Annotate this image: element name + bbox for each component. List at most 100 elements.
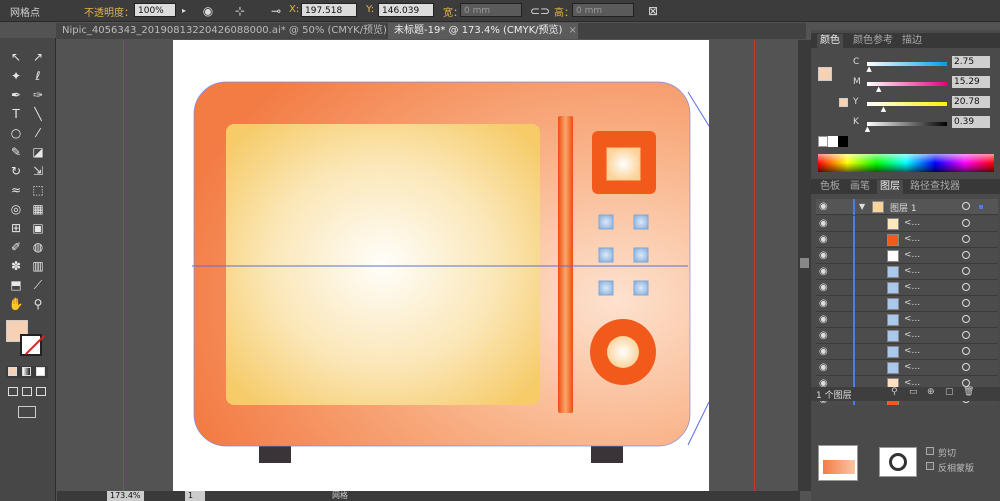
target-icon[interactable] <box>962 299 970 307</box>
sublayer-row[interactable]: ◉ <... <box>816 312 998 328</box>
microwave-artwork[interactable] <box>173 40 710 491</box>
eye-icon[interactable]: ◉ <box>819 282 828 293</box>
lasso-tool[interactable]: ℓ <box>28 67 48 85</box>
sublayer-name[interactable]: <... <box>904 330 920 340</box>
channel-slider-k[interactable]: K ▲ 0.39 <box>853 116 995 133</box>
tab-color[interactable]: 颜色 <box>817 34 843 48</box>
sublayer-name[interactable]: <... <box>904 298 920 308</box>
draw-mode-icons[interactable] <box>6 386 50 398</box>
canvas-area[interactable] <box>57 40 798 491</box>
color-mode-buttons[interactable] <box>6 366 48 378</box>
sublayer-row[interactable]: ◉ <... <box>816 328 998 344</box>
eye-icon[interactable]: ◉ <box>819 314 828 325</box>
close-icon[interactable]: × <box>568 25 576 36</box>
height-input[interactable]: 0 mm <box>572 3 634 17</box>
sublayer-row[interactable]: ◉ <... <box>816 344 998 360</box>
gradient-tool[interactable]: ▣ <box>28 219 48 237</box>
perspective-grid-tool[interactable]: ▦ <box>28 200 48 218</box>
warp-tool[interactable]: ≈ <box>6 181 26 199</box>
sublayer-row[interactable]: ◉ <... <box>816 360 998 376</box>
target-icon[interactable] <box>962 347 970 355</box>
eye-icon[interactable]: ◉ <box>819 298 828 309</box>
tab-nipic[interactable]: Nipic_4056343_20190813220426088000.ai* @… <box>56 23 401 39</box>
layer-row-main[interactable]: ◉ ▼ 图层 1 <box>816 199 998 215</box>
width-input[interactable]: 0 mm <box>460 3 522 17</box>
eye-icon[interactable]: ◉ <box>819 362 828 373</box>
channel-gradient-bar[interactable] <box>867 62 947 66</box>
transform-reference-icon[interactable]: ⊹ <box>232 3 248 19</box>
channel-slider-m[interactable]: M ▲ 15.29 <box>853 76 995 93</box>
target-icon[interactable] <box>962 363 970 371</box>
opacity-input[interactable]: 100% <box>134 3 176 17</box>
eye-icon[interactable]: ◉ <box>819 330 828 341</box>
none-white-black-swatches[interactable] <box>818 136 848 147</box>
direct-selection-tool[interactable]: ↗ <box>28 48 48 66</box>
artboard[interactable] <box>173 40 710 491</box>
column-graph-tool[interactable]: ▥ <box>28 257 48 275</box>
anchor-convert-icon[interactable]: ⊸ <box>268 3 284 19</box>
target-icon[interactable] <box>962 219 970 227</box>
eyedropper-tool[interactable]: ✐ <box>6 238 26 256</box>
eye-icon[interactable]: ◉ <box>819 234 828 245</box>
target-icon[interactable] <box>962 283 970 291</box>
new-layer-icon[interactable]: ▢ <box>945 387 954 397</box>
sublayer-row[interactable]: ◉ <... <box>816 296 998 312</box>
sublayer-name[interactable]: <... <box>904 282 920 292</box>
color-spectrum[interactable] <box>818 154 994 172</box>
sublayer-row[interactable]: ◉ <... <box>816 264 998 280</box>
target-icon[interactable] <box>962 331 970 339</box>
stroke-swatch[interactable] <box>20 334 45 356</box>
rotate-tool[interactable]: ↻ <box>6 162 26 180</box>
tab-swatches[interactable]: 色板 <box>817 180 843 194</box>
blend-tool[interactable]: ◍ <box>28 238 48 256</box>
page-input[interactable]: 1 <box>185 491 206 501</box>
slider-thumb-icon[interactable]: ▲ <box>876 85 881 93</box>
channel-value-input[interactable]: 15.29 <box>952 76 990 88</box>
selection-tool[interactable]: ↖ <box>6 48 26 66</box>
slice-tool[interactable]: ⟋ <box>28 276 48 294</box>
eye-icon[interactable]: ◉ <box>819 346 828 357</box>
sublayer-name[interactable]: <... <box>904 250 920 260</box>
ellipse-tool[interactable]: ○ <box>6 124 26 142</box>
sublayer-row[interactable]: ◉ <... <box>816 232 998 248</box>
eye-icon[interactable]: ◉ <box>819 218 828 229</box>
pen-tool[interactable]: ✒ <box>6 86 26 104</box>
eraser-tool[interactable]: ◪ <box>28 143 48 161</box>
target-icon[interactable] <box>962 315 970 323</box>
slider-thumb-icon[interactable]: ▲ <box>866 65 871 73</box>
sublayer-name[interactable]: <... <box>904 266 920 276</box>
screen-mode-icon[interactable] <box>18 406 36 418</box>
invert-mask-checkbox[interactable] <box>926 462 934 470</box>
recolor-icon[interactable]: ◉ <box>200 3 216 19</box>
slider-thumb-icon[interactable]: ▲ <box>881 105 886 113</box>
transparency-thumbnail[interactable] <box>818 445 858 481</box>
artboard-tool[interactable]: ⬒ <box>6 276 26 294</box>
channel-value-input[interactable]: 20.78 <box>952 96 990 108</box>
link-icon[interactable]: ⊂⊃ <box>530 3 550 19</box>
color-last-swatch[interactable] <box>839 98 848 107</box>
isolate-icon[interactable]: ⊠ <box>645 3 661 19</box>
vertical-scrollbar[interactable] <box>798 40 811 491</box>
scale-tool[interactable]: ⇲ <box>28 162 48 180</box>
sublayer-row[interactable]: ◉ <... <box>816 216 998 232</box>
make-clipping-mask-icon[interactable]: ▭ <box>909 387 918 397</box>
channel-slider-c[interactable]: C ▲ 2.75 <box>853 56 995 73</box>
sublayer-row[interactable]: ◉ <... <box>816 280 998 296</box>
target-icon[interactable] <box>962 202 970 210</box>
color-fill-swatch[interactable] <box>818 67 832 81</box>
zoom-tool[interactable]: ⚲ <box>28 295 48 313</box>
channel-value-input[interactable]: 0.39 <box>952 116 990 128</box>
shape-builder-tool[interactable]: ◎ <box>6 200 26 218</box>
target-icon[interactable] <box>962 379 970 387</box>
x-input[interactable]: 197.518 <box>301 3 357 17</box>
sublayer-name[interactable]: <... <box>904 346 920 356</box>
tab-layers[interactable]: 图层 <box>877 180 903 194</box>
type-tool[interactable]: T <box>6 105 26 123</box>
tab-untitled-19[interactable]: 未标题-19* @ 173.4% (CMYK/预览) × <box>388 23 578 39</box>
free-transform-tool[interactable]: ⬚ <box>28 181 48 199</box>
channel-value-input[interactable]: 2.75 <box>952 56 990 68</box>
tab-stroke[interactable]: 描边 <box>899 34 925 48</box>
clip-checkbox[interactable] <box>926 447 934 455</box>
sublayer-name[interactable]: <... <box>904 362 920 372</box>
mesh-tool[interactable]: ⊞ <box>6 219 26 237</box>
